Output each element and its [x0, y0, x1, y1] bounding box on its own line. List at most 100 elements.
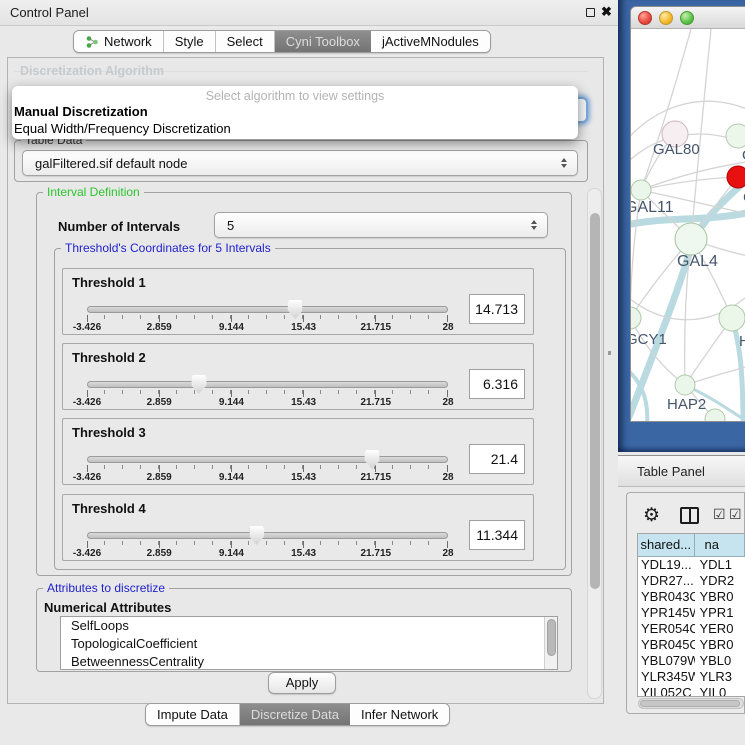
node-h[interactable] [719, 305, 745, 331]
slider-track[interactable] [87, 306, 448, 313]
scrollbar-thumb[interactable] [590, 213, 600, 589]
scale-label: -3.426 [73, 548, 101, 559]
tab-network[interactable]: Network [74, 31, 164, 52]
gear-icon[interactable]: ⚙ [643, 504, 660, 527]
table-cell[interactable]: YDL19... [638, 557, 695, 573]
tab-style[interactable]: Style [164, 31, 216, 52]
node-hap2[interactable] [675, 375, 695, 395]
threshold-1-value-field[interactable]: 14.713 [469, 294, 525, 324]
network-canvas[interactable]: GAL80 G GAL11 C GAL4 GCY1 H HAP2 [631, 29, 745, 422]
tab-jactive-label: jActiveMNodules [382, 34, 479, 49]
table-row[interactable]: YDL19... YDL1 [638, 557, 745, 573]
scale-label: 9.144 [219, 397, 244, 408]
table-data-combobox[interactable]: galFiltered.sif default node [22, 150, 578, 176]
threshold-3-value-field[interactable]: 21.4 [469, 444, 525, 474]
table-row[interactable]: YLR345W YLR3 [638, 669, 745, 685]
table-cell[interactable]: YBR0 [695, 637, 745, 653]
table-row[interactable]: YBL079W YBL0 [638, 653, 745, 669]
attributes-list[interactable]: SelfLoops TopologicalCoefficient Between… [60, 616, 558, 670]
table-cell[interactable]: YBL079W [638, 653, 695, 669]
threshold-4-value-field[interactable]: 11.344 [469, 520, 525, 550]
algorithm-dropdown-popup: Select algorithm to view settings Manual… [12, 86, 578, 139]
table-cell[interactable]: YDR2 [695, 573, 745, 589]
number-of-intervals-label: Number of Intervals [58, 219, 180, 234]
threshold-2-value-field[interactable]: 6.316 [469, 369, 525, 399]
scale-label: 21.715 [361, 397, 392, 408]
slider-ticks [104, 465, 434, 469]
slider-ticks [104, 541, 434, 545]
node-partial-right[interactable] [726, 124, 745, 148]
float-window-icon[interactable] [586, 8, 595, 17]
slider-track[interactable] [87, 456, 448, 463]
network-window-titlebar[interactable] [631, 7, 745, 29]
table-cell[interactable]: YBR0 [695, 589, 745, 605]
tab-cyni-toolbox[interactable]: Cyni Toolbox [275, 31, 371, 52]
table-row[interactable]: YIL052C YIL0 [638, 685, 745, 697]
apply-button[interactable]: Apply [268, 672, 336, 694]
scrollbar-thumb[interactable] [640, 700, 740, 707]
slider-track[interactable] [87, 381, 448, 388]
table-cell[interactable]: YER054C [638, 621, 695, 637]
checkbox-checked-icon[interactable]: ☑ [713, 506, 726, 523]
threshold-3-slider[interactable]: -3.426 2.859 9.144 15.43 21.715 28 [87, 449, 448, 483]
main-scrollbar[interactable] [587, 188, 602, 699]
number-of-intervals-combobox[interactable]: 5 [214, 212, 548, 238]
node-gal4[interactable] [675, 223, 707, 255]
tab-infer-network[interactable]: Infer Network [350, 704, 449, 725]
table-cell[interactable]: YPR1 [695, 605, 745, 621]
scrollbar-thumb[interactable] [547, 619, 556, 656]
scale-label: 2.859 [147, 322, 172, 333]
table-cell[interactable]: YER0 [695, 621, 745, 637]
table-cell[interactable]: YDL1 [695, 557, 745, 573]
node-red-selected[interactable] [727, 166, 745, 188]
scale-label: 2.859 [147, 472, 172, 483]
close-icon[interactable]: ✖ [601, 4, 612, 20]
table-cell[interactable]: YDR27... [638, 573, 695, 589]
table-cell[interactable]: YIL0 [695, 685, 745, 697]
scale-label: 2.859 [147, 548, 172, 559]
column-layout-icon[interactable] [680, 507, 699, 524]
tab-impute-label: Impute Data [157, 707, 228, 722]
tab-discretize-data[interactable]: Discretize Data [240, 704, 350, 725]
list-item[interactable]: SelfLoops [61, 617, 557, 635]
node-gcy1[interactable] [631, 307, 641, 329]
table-row[interactable]: YBR045C YBR0 [638, 637, 745, 653]
zoom-traffic-light-icon[interactable] [680, 11, 694, 25]
table-cell[interactable]: YPR145W [638, 605, 695, 621]
slider-ticks [104, 390, 434, 394]
list-item[interactable]: BetweennessCentrality [61, 653, 557, 670]
top-tab-bar: Network Style Select Cyni Toolbox jActiv… [73, 30, 491, 53]
table-cell[interactable]: YBR043C [638, 589, 695, 605]
minimize-traffic-light-icon[interactable] [659, 11, 673, 25]
list-item[interactable]: TopologicalCoefficient [61, 635, 557, 653]
table-row[interactable]: YPR145W YPR1 [638, 605, 745, 621]
table-cell[interactable]: YLR345W [638, 669, 695, 685]
slider-track[interactable] [87, 532, 448, 539]
node-label-partial-h: H [739, 333, 745, 350]
table-row[interactable]: YER054C YER0 [638, 621, 745, 637]
dropdown-option-manual[interactable]: Manual Discretization [14, 104, 148, 119]
table-cell[interactable]: YBR045C [638, 637, 695, 653]
threshold-2-slider[interactable]: -3.426 2.859 9.144 15.43 21.715 28 [87, 374, 448, 408]
checkbox-checked-icon[interactable]: ☑ [729, 506, 742, 523]
splitter-handle[interactable] [608, 351, 611, 355]
table-cell[interactable]: YBL0 [695, 653, 745, 669]
threshold-1-slider[interactable]: -3.426 2.859 9.144 15.43 21.715 28 [87, 299, 448, 333]
table-row[interactable]: YBR043C YBR0 [638, 589, 745, 605]
table-cell[interactable]: YLR3 [695, 669, 745, 685]
table-horizontal-scrollbar[interactable] [638, 698, 744, 709]
tab-jactivemnodules[interactable]: jActiveMNodules [371, 31, 490, 52]
table-row[interactable]: YDR27... YDR2 [638, 573, 745, 589]
close-traffic-light-icon[interactable] [638, 11, 652, 25]
node-gal11[interactable] [631, 180, 651, 200]
tab-select[interactable]: Select [216, 31, 275, 52]
column-header-shared-name[interactable]: shared... [638, 534, 695, 557]
column-header-name[interactable]: na [695, 534, 745, 557]
scale-label: 9.144 [219, 548, 244, 559]
dropdown-option-equal[interactable]: Equal Width/Frequency Discretization [14, 121, 231, 136]
threshold-4-slider[interactable]: -3.426 2.859 9.144 15.43 21.715 28 [87, 525, 448, 559]
threshold-2-label: Threshold 2 [72, 350, 146, 365]
tab-impute-data[interactable]: Impute Data [146, 704, 240, 725]
attributes-list-scrollbar[interactable] [544, 617, 557, 669]
table-cell[interactable]: YIL052C [638, 685, 695, 697]
